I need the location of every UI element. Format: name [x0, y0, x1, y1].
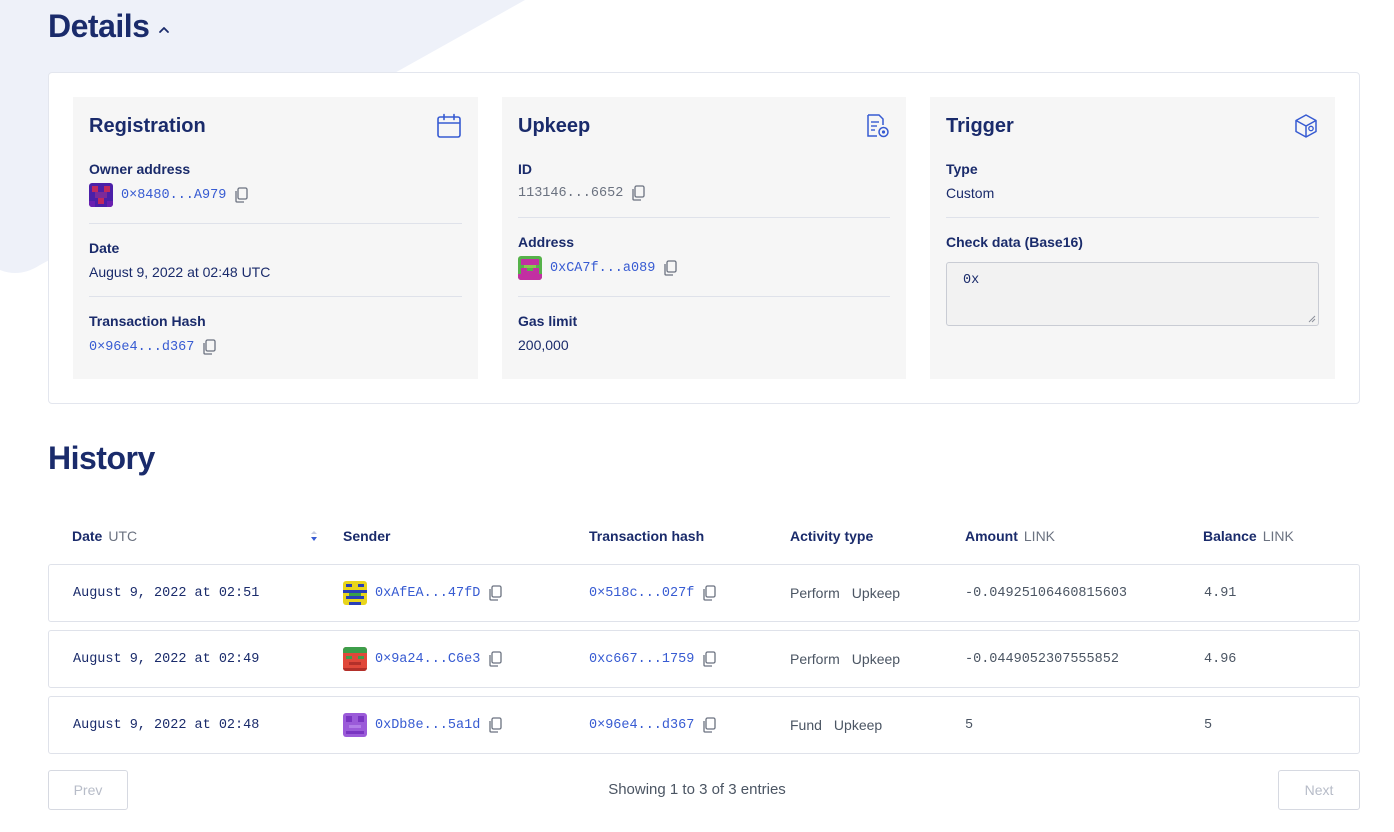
amount-value: 5 — [965, 717, 974, 733]
upkeep-id-field: ID 113146...6652 — [518, 161, 890, 201]
details-title: Details — [48, 8, 150, 44]
copy-icon[interactable] — [631, 185, 645, 201]
check-data-label: Check data (Base16) — [946, 234, 1083, 250]
column-date-unit: UTC — [108, 528, 138, 544]
owner-address-field: Owner address 0×8480...A979 — [89, 161, 462, 207]
activity-type: Perform Upkeep — [790, 565, 900, 621]
transaction-hash-link[interactable]: 0×518c...027f — [589, 586, 694, 601]
sender-link[interactable]: 0xAfEA...47fD — [375, 586, 480, 601]
registration-title: Registration — [89, 115, 206, 137]
activity-type: Fund Upkeep — [790, 697, 882, 753]
sender-link[interactable]: 0xDb8e...5a1d — [375, 718, 480, 733]
avatar — [343, 713, 367, 737]
details-header[interactable]: Details — [48, 8, 171, 45]
copy-icon[interactable] — [202, 339, 216, 355]
registration-date-field: Date August 9, 2022 at 02:48 UTC — [89, 240, 462, 280]
details-panel: Registration Owner address 0×8480...A979… — [48, 72, 1360, 404]
sender-link[interactable]: 0×9a24...C6e3 — [375, 652, 480, 667]
amount-value: -0.04925106460815603 — [965, 585, 1128, 601]
table-row: August 9, 2022 at 02:51 0xAfEA...47fD 0×… — [48, 564, 1360, 622]
avatar — [89, 183, 113, 207]
check-data-textarea[interactable]: 0x — [946, 262, 1319, 326]
copy-icon[interactable] — [702, 717, 716, 733]
copy-icon[interactable] — [488, 585, 502, 601]
owner-address-link[interactable]: 0×8480...A979 — [121, 188, 226, 203]
activity-word: Perform — [790, 585, 840, 601]
document-gear-icon — [867, 114, 889, 138]
check-data-value: 0x — [963, 273, 980, 288]
entries-count: Showing 1 to 3 of 3 entries — [608, 781, 786, 798]
check-data-field: Check data (Base16) 0x — [946, 234, 1319, 326]
column-balance-unit: LINK — [1262, 528, 1294, 544]
cube-icon — [1295, 114, 1317, 138]
row-date: August 9, 2022 at 02:51 — [73, 585, 260, 601]
row-date: August 9, 2022 at 02:49 — [73, 651, 260, 667]
column-amount-unit: LINK — [1023, 528, 1056, 544]
transaction-hash-link[interactable]: 0xc667...1759 — [589, 652, 694, 667]
copy-icon[interactable] — [488, 651, 502, 667]
copy-icon[interactable] — [234, 187, 248, 203]
column-sender: Sender — [343, 528, 391, 544]
transaction-hash-field: Transaction Hash 0×96e4...d367 — [89, 313, 462, 355]
date-value: August 9, 2022 at 02:48 UTC — [89, 264, 271, 280]
chevron-up-icon[interactable] — [157, 23, 171, 37]
activity-word: Fund — [790, 717, 822, 733]
transaction-hash-label: Transaction Hash — [89, 313, 206, 329]
balance-value: 5 — [1204, 717, 1213, 733]
calendar-icon — [437, 113, 461, 138]
table-row: August 9, 2022 at 02:48 0xDb8e...5a1d 0×… — [48, 696, 1360, 754]
avatar — [518, 256, 542, 280]
avatar — [343, 647, 367, 671]
owner-address-label: Owner address — [89, 161, 191, 177]
activity-word: Upkeep — [833, 717, 883, 733]
upkeep-card: Upkeep ID 113146...6652 Address 0xCA7f..… — [502, 97, 906, 379]
type-value: Custom — [946, 185, 995, 201]
upkeep-title: Upkeep — [518, 115, 591, 137]
table-row: August 9, 2022 at 02:49 0×9a24...C6e3 0x… — [48, 630, 1360, 688]
date-label: Date — [89, 240, 120, 256]
copy-icon[interactable] — [702, 651, 716, 667]
avatar — [343, 581, 367, 605]
balance-value: 4.91 — [1204, 585, 1237, 601]
copy-icon[interactable] — [702, 585, 716, 601]
column-amount: Amount LINK — [965, 528, 1055, 544]
activity-type: Perform Upkeep — [790, 631, 900, 687]
gas-limit-label: Gas limit — [518, 313, 578, 329]
transaction-hash-link[interactable]: 0×96e4...d367 — [589, 718, 694, 733]
upkeep-id-value: 113146...6652 — [518, 185, 624, 201]
resize-handle-icon[interactable] — [1308, 315, 1316, 323]
column-balance-label: Balance — [1203, 528, 1257, 544]
transaction-hash-link[interactable]: 0×96e4...d367 — [89, 340, 194, 355]
row-date: August 9, 2022 at 02:48 — [73, 717, 260, 733]
column-amount-label: Amount — [965, 528, 1018, 544]
upkeep-address-field: Address 0xCA7f...a089 — [518, 234, 890, 280]
column-balance: Balance LINK — [1203, 528, 1294, 544]
id-label: ID — [518, 161, 532, 177]
upkeep-address-link[interactable]: 0xCA7f...a089 — [550, 261, 655, 276]
sort-down-icon[interactable] — [310, 530, 318, 542]
history-title: History — [48, 440, 155, 476]
history-table-header: Date UTC Sender Transaction hash Activity… — [48, 520, 1360, 552]
activity-word: Perform — [790, 651, 840, 667]
column-date-label: Date — [72, 528, 103, 544]
column-activity-type: Activity type — [790, 528, 874, 544]
registration-card: Registration Owner address 0×8480...A979… — [73, 97, 478, 379]
activity-word: Upkeep — [851, 585, 901, 601]
trigger-card: Trigger Type Custom Check data (Base16) … — [930, 97, 1335, 379]
balance-value: 4.96 — [1204, 651, 1237, 667]
gas-limit-field: Gas limit 200,000 — [518, 313, 890, 353]
trigger-title: Trigger — [946, 115, 1014, 137]
trigger-type-field: Type Custom — [946, 161, 1319, 201]
copy-icon[interactable] — [663, 260, 677, 276]
activity-word: Upkeep — [851, 651, 901, 667]
type-label: Type — [946, 161, 978, 177]
address-label: Address — [518, 234, 575, 250]
column-date[interactable]: Date UTC — [72, 528, 137, 544]
amount-value: -0.0449052307555852 — [965, 651, 1119, 667]
column-transaction-hash: Transaction hash — [589, 528, 705, 544]
gas-limit-value: 200,000 — [518, 337, 569, 353]
copy-icon[interactable] — [488, 717, 502, 733]
next-button[interactable]: Next — [1278, 770, 1360, 810]
